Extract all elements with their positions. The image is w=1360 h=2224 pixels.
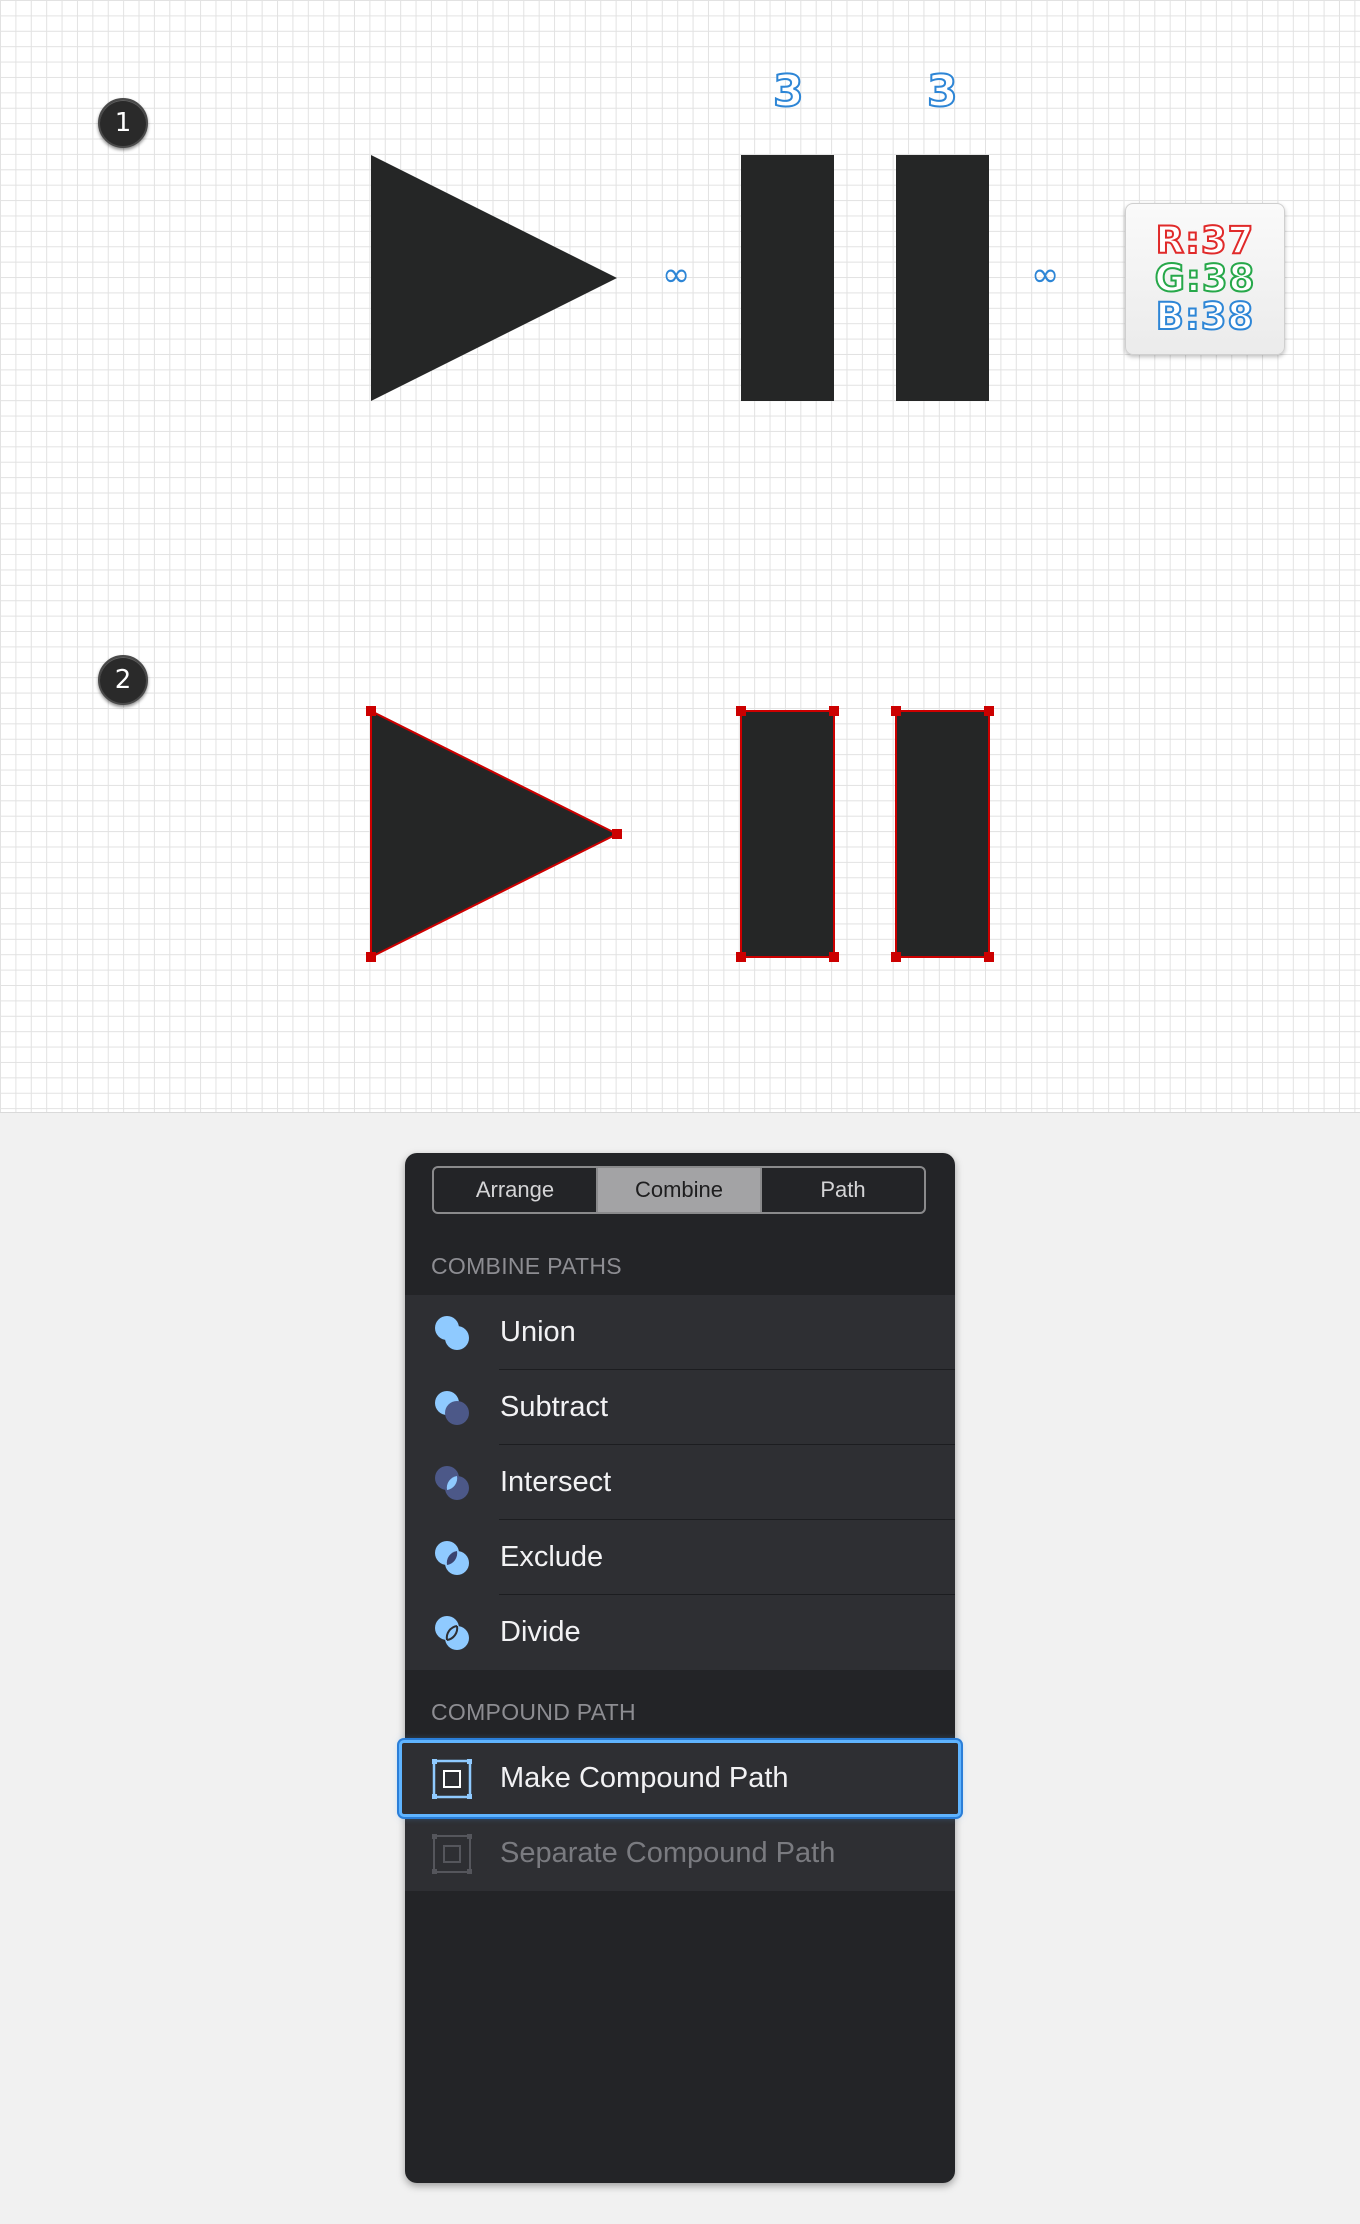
panel-tab-control: Arrange Combine Path — [432, 1166, 926, 1214]
play-triangle-selected[interactable] — [370, 709, 620, 959]
anchor-point[interactable] — [829, 706, 839, 716]
anchor-point[interactable] — [984, 952, 994, 962]
make-compound-path-icon — [432, 1759, 472, 1799]
union-label: Union — [500, 1316, 576, 1348]
subtract-label: Subtract — [500, 1391, 608, 1423]
exclude-icon — [435, 1541, 469, 1575]
divide-button[interactable]: Divide — [405, 1595, 955, 1670]
union-icon — [435, 1316, 469, 1350]
design-canvas[interactable]: 1 2 3 3 ∞ ∞ R:37 G:38 B:38 — [0, 0, 1360, 1113]
separate-compound-path-label: Separate Compound Path — [500, 1837, 836, 1869]
pause-bar-left-selected[interactable] — [740, 710, 835, 958]
tab-arrange[interactable]: Arrange — [434, 1168, 598, 1212]
union-button[interactable]: Union — [405, 1295, 955, 1370]
exclude-button[interactable]: Exclude — [405, 1520, 955, 1595]
anchor-point[interactable] — [891, 952, 901, 962]
anchor-point[interactable] — [736, 706, 746, 716]
pause-bar-right-shape[interactable] — [896, 155, 989, 401]
intersect-icon — [435, 1466, 469, 1500]
separate-compound-path-icon — [432, 1834, 472, 1874]
subtract-icon — [435, 1391, 469, 1425]
intersect-button[interactable]: Intersect — [405, 1445, 955, 1520]
combine-paths-header: COMBINE PATHS — [431, 1253, 622, 1279]
canvas-shapes — [366, 155, 994, 962]
anchor-point[interactable] — [829, 952, 839, 962]
divide-label: Divide — [500, 1616, 581, 1648]
anchor-point[interactable] — [891, 706, 901, 716]
tab-combine[interactable]: Combine — [598, 1168, 762, 1212]
intersect-label: Intersect — [500, 1466, 612, 1498]
pause-bar-right-selected[interactable] — [895, 710, 990, 958]
anchor-point[interactable] — [366, 952, 376, 962]
anchor-point[interactable] — [736, 952, 746, 962]
path-operations-panel: Arrange Combine Path COMBINE PATHS Union… — [399, 1153, 961, 2183]
make-compound-path-label: Make Compound Path — [500, 1762, 789, 1794]
tab-path[interactable]: Path — [762, 1168, 924, 1212]
pause-bar-left-shape[interactable] — [741, 155, 834, 401]
compound-path-header: COMPOUND PATH — [431, 1699, 636, 1725]
make-compound-path-button[interactable]: Make Compound Path — [399, 1740, 961, 1817]
anchor-point[interactable] — [612, 829, 622, 839]
separate-compound-path-button[interactable]: Separate Compound Path — [405, 1816, 955, 1891]
divide-icon — [435, 1616, 469, 1650]
subtract-button[interactable]: Subtract — [405, 1370, 955, 1445]
play-triangle-shape[interactable] — [371, 155, 617, 401]
anchor-point[interactable] — [366, 706, 376, 716]
anchor-point[interactable] — [984, 706, 994, 716]
exclude-label: Exclude — [500, 1541, 604, 1573]
